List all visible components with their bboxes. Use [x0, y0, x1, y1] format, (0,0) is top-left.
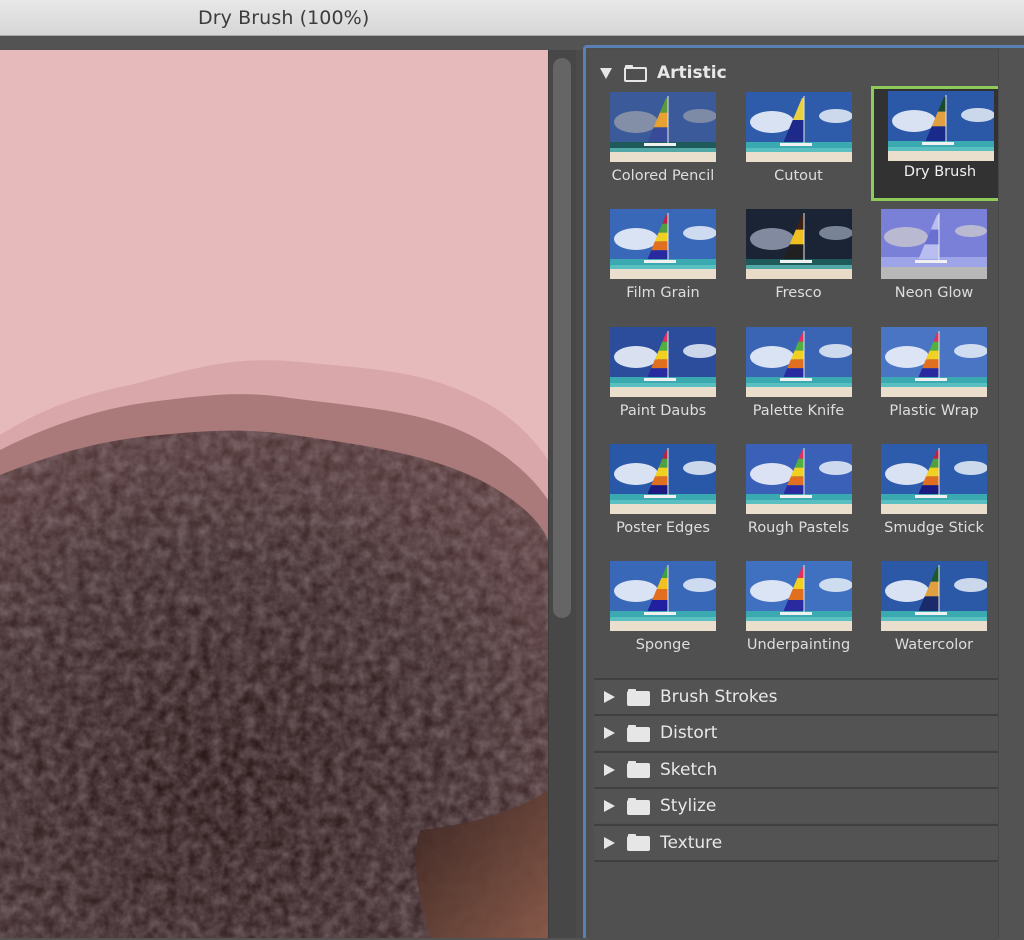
filter-thumbnail-poster-edges[interactable]: Poster Edges	[600, 442, 736, 557]
list-divider	[594, 860, 1002, 862]
folder-icon	[627, 724, 650, 742]
category-label: Distort	[660, 723, 718, 744]
filter-preview-image	[888, 91, 994, 161]
filter-preview-image	[881, 443, 987, 514]
filter-label: Sponge	[635, 637, 691, 654]
category-distort-row[interactable]: Distort	[594, 714, 1002, 751]
filter-preview-image	[610, 561, 716, 632]
disclosure-triangle-expanded-icon[interactable]	[600, 67, 612, 79]
gallery-scroll-track[interactable]	[998, 48, 1024, 938]
filter-thumbnail-sponge[interactable]: Sponge	[600, 559, 736, 674]
category-artistic-header[interactable]: Artistic	[600, 56, 727, 90]
filter-label: Neon Glow	[894, 285, 974, 302]
window-title: Dry Brush (100%)	[198, 7, 370, 29]
filter-gallery-panel: Artistic Colored Pencil Cutout Dry Brush Fi…	[583, 45, 1024, 940]
filter-label: Colored Pencil	[611, 168, 715, 184]
category-label: Brush Strokes	[660, 687, 778, 707]
folder-icon	[627, 688, 650, 706]
filter-preview-image	[610, 443, 716, 514]
category-label: Sketch	[660, 759, 718, 780]
filter-preview-image	[881, 326, 987, 397]
filter-preview-image	[881, 561, 987, 632]
category-brush-strokes-row[interactable]: Brush Strokes	[594, 678, 1002, 714]
filter-label: Poster Edges	[616, 519, 710, 536]
filter-label: Watercolor	[894, 637, 974, 654]
category-label: Stylize	[660, 796, 717, 817]
filter-thumbnail-plastic-wrap[interactable]: Plastic Wrap	[871, 325, 1007, 440]
folder-open-icon	[624, 64, 647, 82]
filter-label: Film Grain	[626, 285, 700, 302]
filter-preview-image	[745, 326, 852, 397]
preview-vertical-scrollbar[interactable]	[548, 50, 576, 938]
disclosure-triangle-collapsed-icon[interactable]	[604, 691, 615, 703]
category-label: Texture	[660, 832, 723, 853]
filter-preview-image	[745, 561, 852, 632]
filter-label: Palette Knife	[752, 402, 845, 419]
filter-thumbnail-cutout[interactable]: Cutout	[736, 90, 872, 205]
filter-thumbnail-rough-pastels[interactable]: Rough Pastels	[736, 442, 872, 557]
filter-label: Rough Pastels	[747, 519, 850, 536]
disclosure-triangle-collapsed-icon[interactable]	[604, 763, 615, 776]
filter-label: Plastic Wrap	[889, 402, 979, 419]
filter-label: Fresco	[775, 285, 822, 302]
category-sketch-row[interactable]: Sketch	[594, 750, 1002, 787]
disclosure-triangle-collapsed-icon[interactable]	[604, 727, 615, 740]
folder-icon	[627, 761, 650, 779]
filter-thumbnail-film-grain[interactable]: Film Grain	[600, 207, 736, 322]
filter-preview-image	[745, 92, 852, 162]
filter-thumbnail-palette-knife[interactable]: Palette Knife	[736, 325, 872, 440]
preview-image	[0, 360, 548, 938]
filter-preview-image	[610, 209, 716, 280]
divider	[576, 50, 583, 938]
filter-thumbnail-watercolor[interactable]: Watercolor	[871, 559, 1007, 674]
disclosure-triangle-collapsed-icon[interactable]	[604, 800, 615, 813]
window-titlebar: Dry Brush (100%)	[0, 0, 1024, 36]
filter-label: Underpainting	[746, 637, 851, 654]
filter-thumbnail-underpainting[interactable]: Underpainting	[736, 559, 872, 674]
filter-gallery-list: Artistic Colored Pencil Cutout Dry Brush Fi…	[590, 50, 1007, 940]
category-texture-row[interactable]: Texture	[594, 823, 1002, 860]
filter-label: Dry Brush	[903, 164, 977, 180]
filter-thumbnail-smudge-stick[interactable]: Smudge Stick	[871, 442, 1007, 557]
category-stylize-row[interactable]: Stylize	[594, 787, 1002, 824]
filter-thumbnail-dry-brush[interactable]: Dry Brush	[871, 86, 1007, 201]
filter-preview-image	[610, 326, 716, 397]
filter-thumbnail-colored-pencil[interactable]: Colored Pencil	[600, 90, 736, 205]
category-label: Artistic	[657, 63, 727, 83]
filter-preview-image	[610, 92, 716, 162]
filter-preview-image	[745, 209, 852, 280]
filter-label: Smudge Stick	[884, 519, 984, 536]
filter-preview-image	[745, 443, 852, 514]
scrollbar-thumb[interactable]	[553, 58, 571, 618]
filter-label: Cutout	[774, 168, 823, 184]
filter-thumbnail-paint-daubs[interactable]: Paint Daubs	[600, 325, 736, 440]
folder-icon	[627, 797, 650, 815]
filter-thumbnail-fresco[interactable]: Fresco	[736, 207, 872, 322]
folder-icon	[627, 834, 650, 852]
filter-preview-image	[881, 209, 987, 280]
image-preview[interactable]	[0, 50, 548, 938]
disclosure-triangle-collapsed-icon[interactable]	[604, 836, 615, 849]
filter-label: Paint Daubs	[619, 402, 707, 419]
filter-thumbnail-neon-glow[interactable]: Neon Glow	[871, 207, 1007, 322]
